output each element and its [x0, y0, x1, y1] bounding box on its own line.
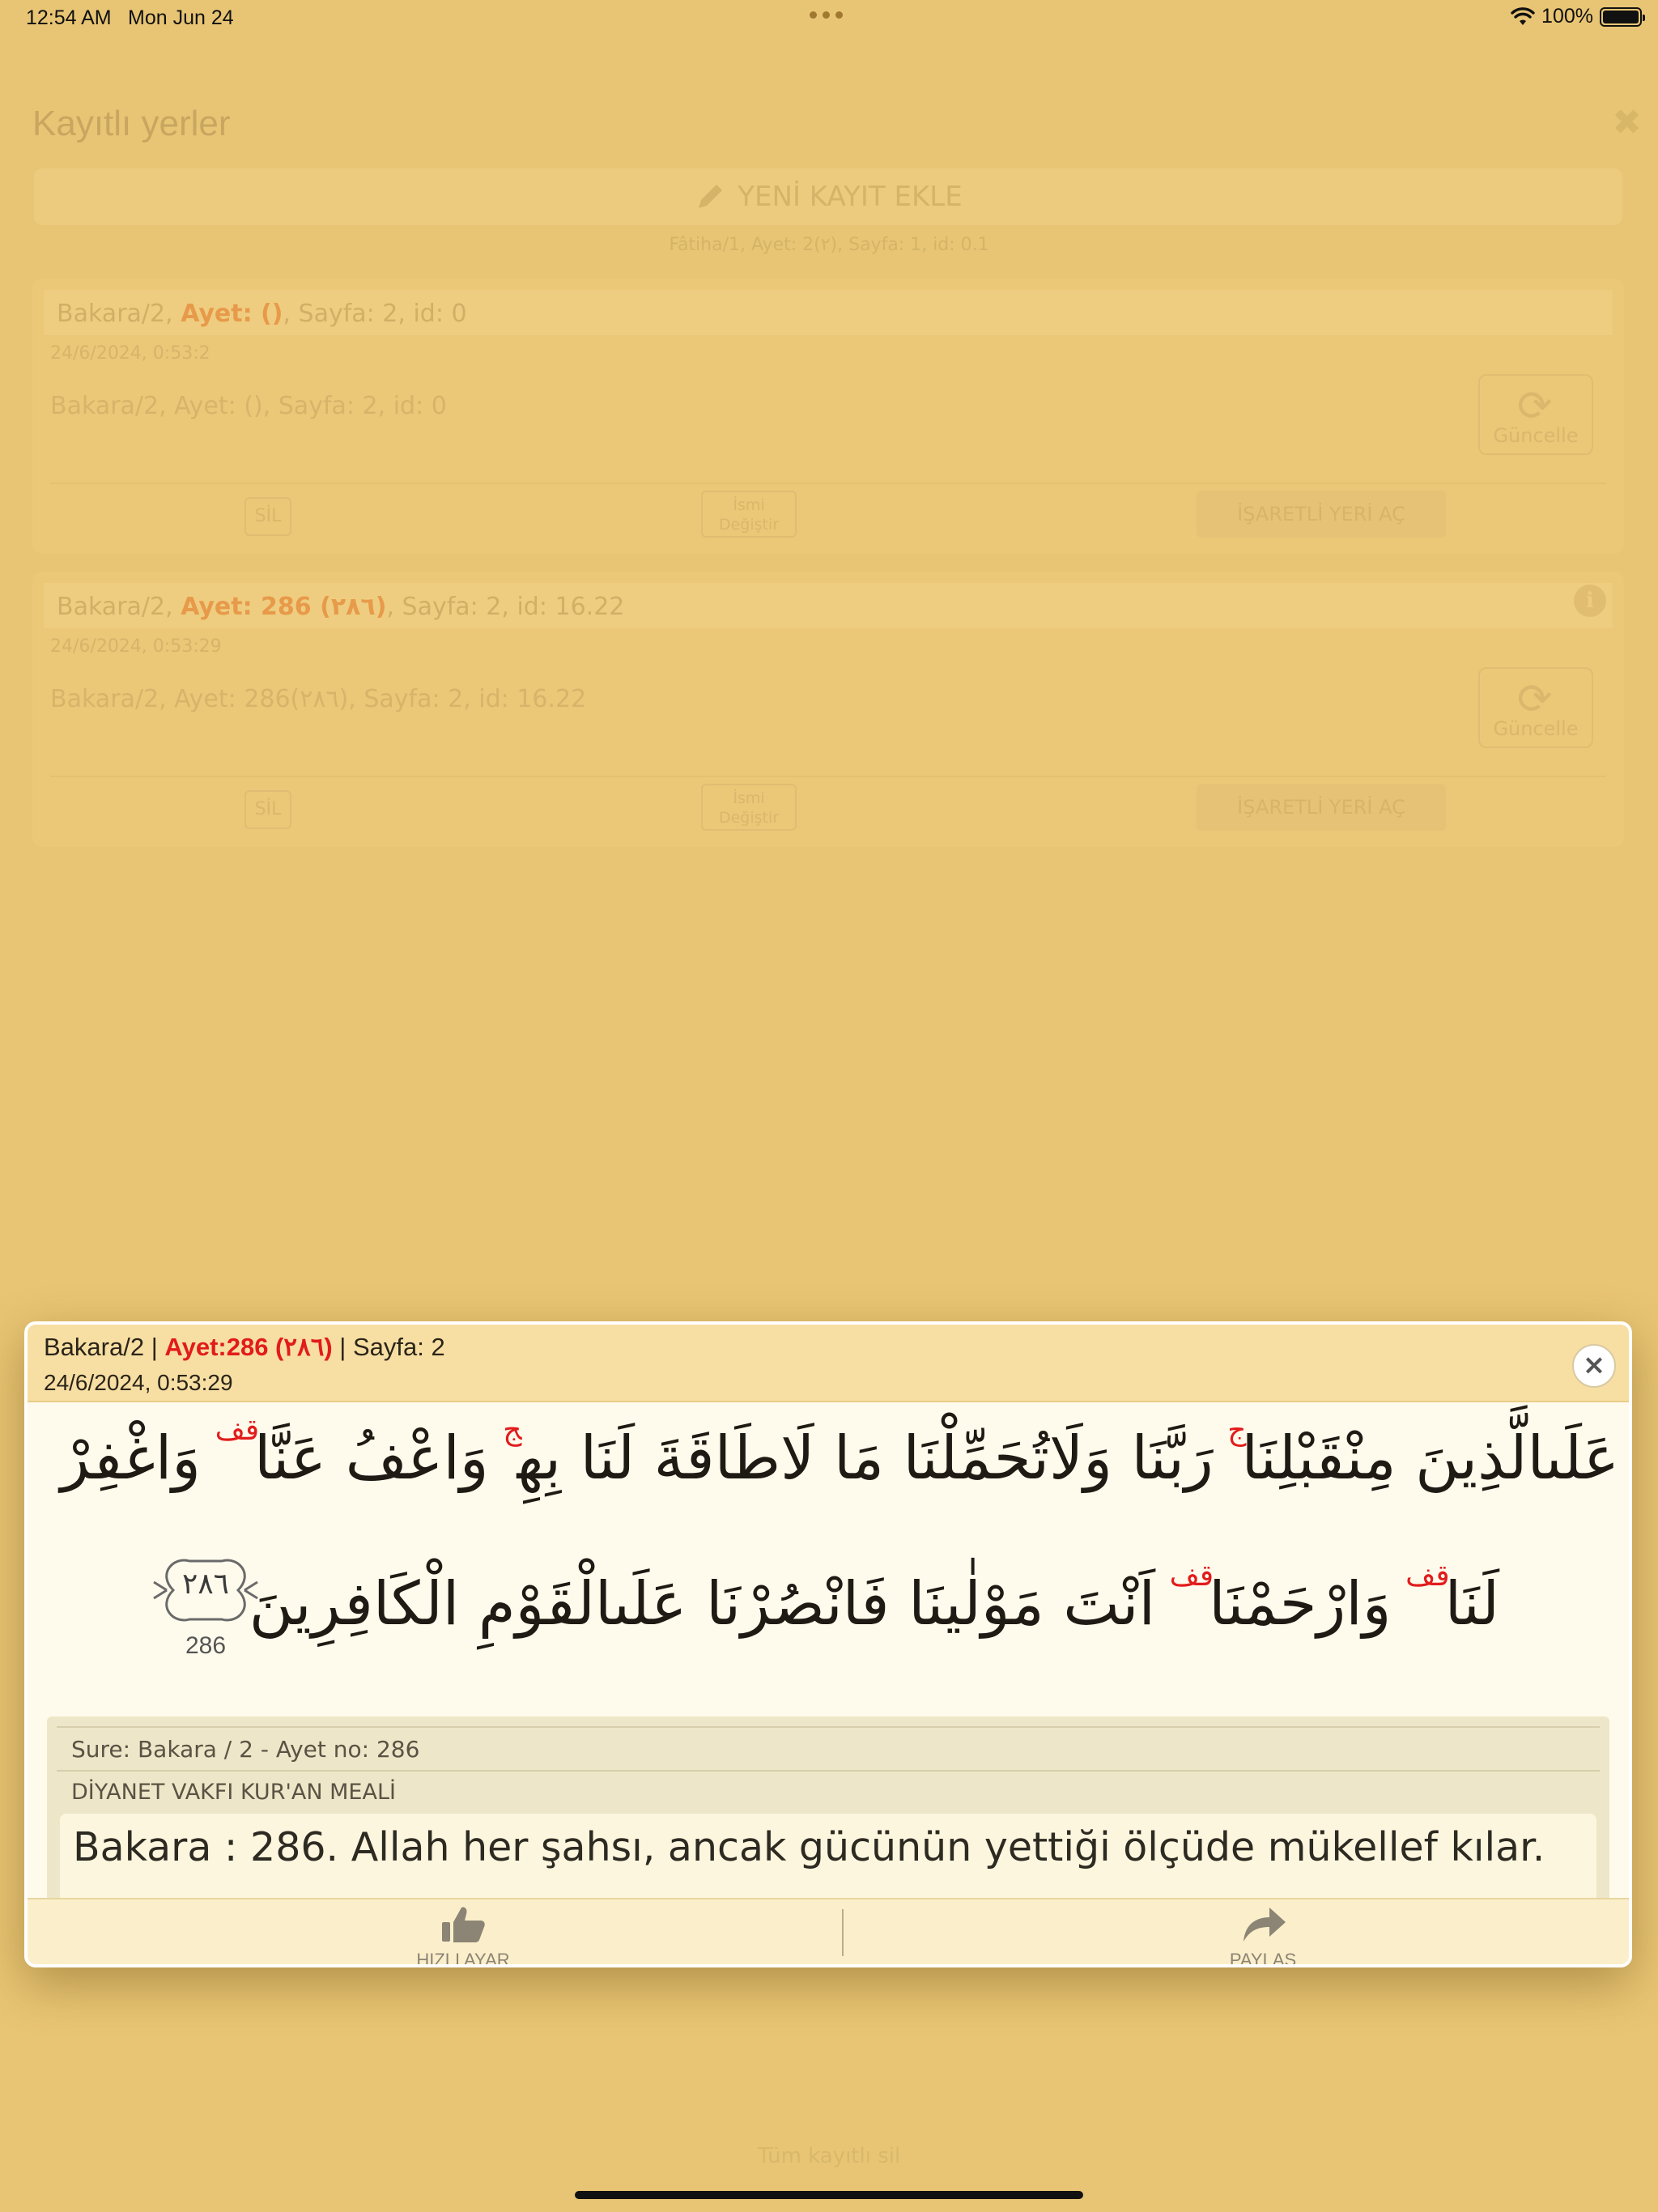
open-bookmark-button[interactable]: İŞARETLİ YERİ AÇ [1197, 784, 1446, 831]
ayah-end-ornament-icon: ٢٨٦ [149, 1550, 262, 1639]
status-right: 100% [1511, 5, 1645, 28]
multitasking-dots-icon[interactable] [810, 11, 843, 19]
wifi-icon [1511, 6, 1535, 25]
status-date: Mon Jun 24 [128, 6, 234, 29]
delete-all-button[interactable]: Tüm kayıtlı sil [0, 2144, 1658, 2168]
thumbs-up-icon [442, 1907, 485, 1942]
new-record-label: YENİ KAYIT EKLE [738, 181, 963, 213]
surah-info: Sure: Bakara / 2 - Ayet no: 286 [71, 1736, 420, 1763]
record-name: Bakara/2, Ayet: 286(٢٨٦), Sayfa: 2, id: … [50, 685, 587, 713]
popup-date: 24/6/2024, 0:53:29 [44, 1370, 233, 1395]
home-indicator[interactable] [575, 2191, 1083, 2199]
share-arrow-icon [1244, 1908, 1286, 1942]
rename-button[interactable]: İsmi Değiştir [701, 491, 797, 538]
close-icon[interactable]: ✖ [1612, 102, 1642, 143]
ayah-label: Ayet:286 (٢٨٦) [164, 1333, 333, 1361]
record-card: Bakara/2, Ayet: (), Sayfa: 2, id: 0 24/6… [32, 279, 1624, 554]
record-card: Bakara/2, Ayet: 286 (٢٨٦), Sayfa: 2, id:… [32, 572, 1624, 847]
record-date: 24/6/2024, 0:53:29 [50, 636, 222, 657]
share-button[interactable]: PAYLAŞ [1101, 1899, 1425, 1964]
popup-title: Bakara/2 | Ayet:286 (٢٨٦) | Sayfa: 2 [44, 1333, 445, 1361]
arabic-verse-line-2: لَنَاقف وَارْحَمْنَاقف اَنْتَ مَوْلٰينَا… [249, 1559, 1499, 1639]
battery-icon [1600, 6, 1645, 27]
new-record-button[interactable]: YENİ KAYIT EKLE [34, 168, 1622, 225]
battery-percent: 100% [1541, 5, 1593, 28]
status-time: 12:54 AM [26, 6, 112, 29]
close-button[interactable]: × [1572, 1344, 1616, 1388]
record-header: Bakara/2, Ayet: 286 (٢٨٦), Sayfa: 2, id:… [44, 583, 1613, 628]
divider [50, 483, 1606, 484]
update-button[interactable]: ⟳ Güncelle [1478, 374, 1593, 455]
current-position: Fâtiha/1, Ayet: 2(٢), Sayfa: 1, id: 0.1 [669, 235, 989, 255]
page-title: Kayıtlı yerler [32, 104, 231, 143]
status-bar: 12:54 AM Mon Jun 24 100% [0, 0, 1658, 39]
record-date: 24/6/2024, 0:53:2 [50, 343, 210, 364]
ayah-number-arabic: ٢٨٦ [181, 1568, 229, 1601]
translation-text: Bakara : 286. Allah her şahsı, ancak güc… [73, 1824, 1545, 1870]
translation-source: DİYANET VAKFI KUR'AN MEALİ [71, 1780, 396, 1805]
record-name: Bakara/2, Ayet: (), Sayfa: 2, id: 0 [50, 392, 447, 420]
delete-button[interactable]: SİL [244, 497, 291, 536]
delete-button[interactable]: SİL [244, 790, 291, 829]
divider [57, 1726, 1600, 1728]
pencil-icon [699, 185, 723, 208]
battery-fill [1603, 10, 1639, 23]
info-icon[interactable]: i [1574, 585, 1606, 617]
open-bookmark-button[interactable]: İŞARETLİ YERİ AÇ [1197, 491, 1446, 538]
refresh-icon: ⟳ [1517, 382, 1553, 431]
popup-header: Bakara/2 | Ayet:286 (٢٨٦) | Sayfa: 2 24/… [28, 1325, 1629, 1402]
arabic-verse-line-1: عَلَىالَّذِينَ مِنْقَبْلِنَاج رَبَّنَا و… [60, 1414, 1619, 1493]
rename-button[interactable]: İsmi Değiştir [701, 784, 797, 831]
ayah-popup: Bakara/2 | Ayet:286 (٢٨٦) | Sayfa: 2 24/… [24, 1321, 1632, 1967]
divider [50, 776, 1606, 777]
ayah-number: 286 [185, 1632, 227, 1659]
toolbar-divider [842, 1909, 844, 1956]
record-header: Bakara/2, Ayet: (), Sayfa: 2, id: 0 [44, 290, 1613, 335]
popup-toolbar: HIZLI AYAR PAYLAŞ [28, 1898, 1629, 1964]
refresh-icon: ⟳ [1517, 675, 1553, 724]
quick-settings-button[interactable]: HIZLI AYAR [301, 1899, 625, 1964]
update-button[interactable]: ⟳ Güncelle [1478, 667, 1593, 748]
divider [57, 1770, 1600, 1772]
